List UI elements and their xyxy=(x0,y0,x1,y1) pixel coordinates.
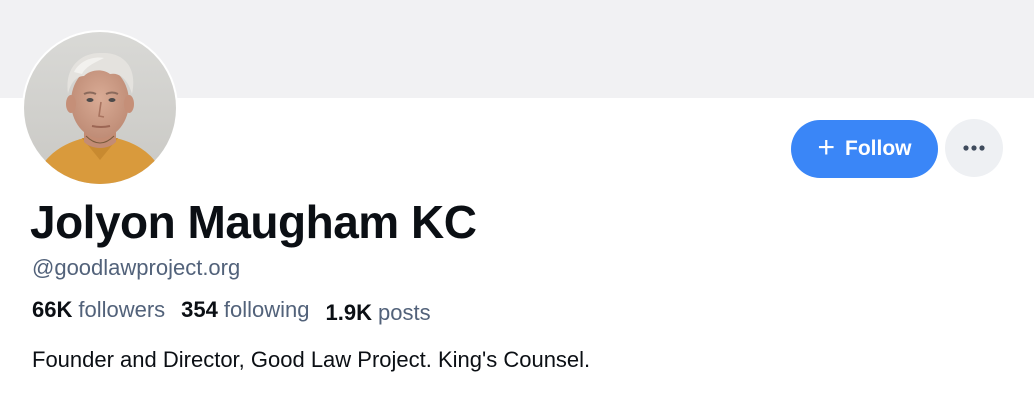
profile-bio: Founder and Director, Good Law Project. … xyxy=(32,347,591,372)
more-options-button[interactable] xyxy=(945,119,1003,177)
posts-stat: 1.9K posts xyxy=(326,298,431,328)
posts-count: 1.9K xyxy=(325,300,372,325)
profile-stats: 66K followers 354 following 1.9K posts xyxy=(32,295,447,325)
avatar[interactable] xyxy=(22,30,178,186)
profile-handle: @goodlawproject.org xyxy=(32,255,241,280)
followers-link[interactable]: 66K followers xyxy=(32,295,165,325)
follow-button[interactable]: + Follow xyxy=(791,120,938,178)
following-label: following xyxy=(223,297,310,322)
display-name: Jolyon Maugham KC xyxy=(30,196,477,248)
followers-count: 66K xyxy=(32,297,73,322)
followers-label: followers xyxy=(78,297,166,322)
following-count: 354 xyxy=(181,297,218,322)
following-link[interactable]: 354 following xyxy=(181,295,309,325)
plus-icon: + xyxy=(817,130,836,164)
follow-label: Follow xyxy=(845,137,912,160)
posts-label: posts xyxy=(377,300,431,325)
avatar-photo xyxy=(24,32,176,184)
ellipsis-icon xyxy=(963,145,985,151)
